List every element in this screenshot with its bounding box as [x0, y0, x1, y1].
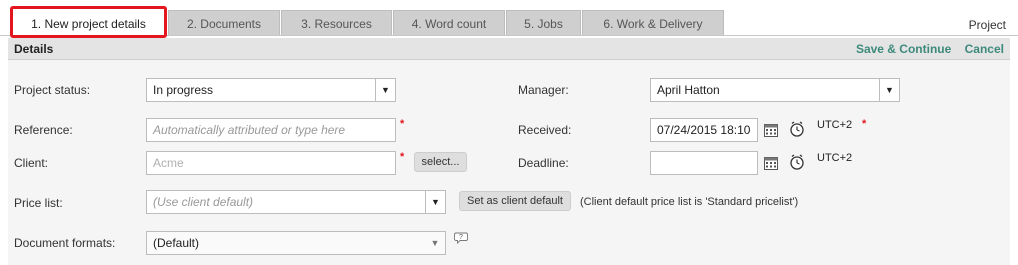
tab-jobs[interactable]: 5. Jobs — [506, 10, 581, 36]
deadline-timezone: UTC+2 — [817, 152, 853, 164]
tab-bar: 1. New project details 2. Documents 3. R… — [0, 0, 1018, 38]
manager-select[interactable]: April Hatton ▼ — [650, 78, 900, 102]
reference-input[interactable]: Automatically attributed or type here — [146, 118, 396, 142]
cancel-link[interactable]: Cancel — [965, 42, 1004, 56]
manager-label: Manager: — [518, 83, 569, 97]
tab-documents[interactable]: 2. Documents — [168, 10, 280, 36]
document-formats-select[interactable]: (Default) ▼ — [146, 231, 446, 255]
project-label: Project — [968, 18, 1006, 32]
set-client-default-button[interactable]: Set as client default — [459, 191, 571, 211]
project-status-value: In progress — [153, 83, 214, 97]
client-placeholder: Acme — [153, 156, 184, 170]
client-select-button[interactable]: select... — [414, 152, 467, 172]
save-continue-link[interactable]: Save & Continue — [856, 42, 951, 56]
details-form: Project status: In progress ▼ Reference:… — [8, 60, 1010, 265]
calendar-icon[interactable] — [764, 156, 778, 170]
project-status-label: Project status: — [14, 83, 91, 97]
details-actions: Save & Continue Cancel — [846, 42, 1004, 56]
chevron-down-icon: ▼ — [375, 79, 395, 101]
help-icon[interactable]: ? — [454, 232, 468, 245]
chevron-down-icon: ▼ — [425, 191, 445, 213]
clock-icon[interactable] — [789, 121, 805, 137]
tab-work-delivery[interactable]: 6. Work & Delivery — [582, 10, 724, 36]
tab-word-count[interactable]: 4. Word count — [393, 10, 505, 36]
received-timezone: UTC+2 — [817, 119, 853, 131]
tab-resources[interactable]: 3. Resources — [281, 10, 392, 36]
reference-label: Reference: — [14, 123, 73, 137]
price-list-note: (Client default price list is 'Standard … — [580, 196, 799, 208]
received-label: Received: — [518, 123, 572, 137]
received-date-value: 07/24/2015 18:10 — [657, 123, 751, 137]
chevron-down-icon: ▼ — [430, 238, 440, 248]
client-input[interactable]: Acme — [146, 151, 396, 175]
chevron-down-icon: ▼ — [879, 79, 899, 101]
calendar-icon[interactable] — [764, 123, 778, 137]
deadline-date-input[interactable] — [650, 151, 758, 175]
price-list-select[interactable]: (Use client default) ▼ — [146, 190, 446, 214]
project-status-select[interactable]: In progress ▼ — [146, 78, 396, 102]
received-date-input[interactable]: 07/24/2015 18:10 — [650, 118, 758, 142]
deadline-label: Deadline: — [518, 156, 569, 170]
received-required-mark: * — [862, 118, 867, 130]
reference-required-mark: * — [400, 118, 405, 130]
reference-placeholder: Automatically attributed or type here — [153, 123, 346, 137]
clock-icon[interactable] — [789, 154, 805, 170]
manager-value: April Hatton — [657, 83, 720, 97]
tab-new-project-details[interactable]: 1. New project details — [10, 6, 167, 38]
document-formats-value: (Default) — [153, 236, 200, 250]
client-label: Client: — [14, 156, 49, 170]
details-title: Details — [14, 42, 54, 56]
price-list-value: (Use client default) — [153, 195, 254, 209]
price-list-label: Price list: — [14, 196, 63, 210]
client-required-mark: * — [400, 151, 405, 163]
details-header: Details Save & Continue Cancel — [8, 38, 1010, 60]
document-formats-label: Document formats: — [14, 236, 116, 250]
svg-text:?: ? — [459, 234, 463, 241]
